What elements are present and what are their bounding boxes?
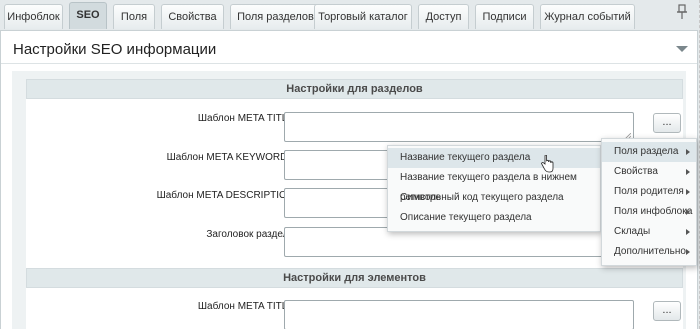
- menu-item-section-description[interactable]: Описание текущего раздела: [388, 208, 600, 228]
- context-menu: Поля раздела Свойства Поля родителя Поля…: [601, 138, 697, 266]
- menu-item-label: Поля инфоблока: [614, 206, 693, 217]
- meta-title-insert-button[interactable]: ...: [653, 113, 681, 133]
- submenu-arrow-icon: [686, 209, 690, 215]
- menu-item-label: Поля раздела: [614, 146, 679, 157]
- submenu-arrow-icon: [686, 189, 690, 195]
- meta-title-textarea[interactable]: [284, 112, 634, 142]
- tab-captions[interactable]: Подписи: [475, 4, 534, 29]
- hand-cursor-icon: [541, 155, 554, 173]
- section-header-elements: Настройки для элементов: [26, 268, 683, 288]
- menu-item-additional[interactable]: Дополнительно: [602, 242, 696, 262]
- menu-item-properties[interactable]: Свойства: [602, 162, 696, 182]
- panel-divider: [1, 63, 697, 64]
- menu-item-infoblock-fields[interactable]: Поля инфоблока: [602, 202, 696, 222]
- elem-meta-title-textarea[interactable]: [284, 300, 634, 329]
- tab-fields[interactable]: Поля: [113, 4, 155, 29]
- submenu-section-fields: Название текущего раздела Название текущ…: [387, 145, 601, 232]
- elem-meta-title-insert-button[interactable]: ...: [653, 301, 681, 321]
- label-meta-title: Шаблон META TITLE: [197, 113, 294, 124]
- tab-event-log[interactable]: Журнал событий: [540, 4, 635, 29]
- submenu-arrow-icon: [686, 249, 690, 255]
- menu-item-warehouses[interactable]: Склады: [602, 222, 696, 242]
- menu-item-current-section-name[interactable]: Название текущего раздела: [388, 148, 600, 168]
- pin-icon[interactable]: [675, 4, 689, 20]
- tab-seo[interactable]: SEO: [69, 2, 107, 29]
- tab-infoblock[interactable]: Инфоблок: [4, 4, 63, 29]
- tab-section-fields[interactable]: Поля разделов: [230, 4, 321, 29]
- collapse-arrow-icon[interactable]: [675, 45, 689, 53]
- menu-item-label: Склады: [614, 226, 651, 237]
- tab-access[interactable]: Доступ: [418, 4, 469, 29]
- menu-item-section-name-lowercase[interactable]: Название текущего раздела в нижнем регис…: [388, 168, 600, 203]
- menu-item-label: Свойства: [614, 166, 658, 177]
- menu-item-label: Поля родителя: [614, 186, 684, 197]
- menu-item-label: Дополнительно: [614, 246, 686, 257]
- label-elem-meta-title: Шаблон META TITLE: [197, 301, 294, 312]
- tab-properties[interactable]: Свойства: [161, 4, 224, 29]
- submenu-arrow-icon: [686, 169, 690, 175]
- menu-item-section-fields[interactable]: Поля раздела: [602, 142, 696, 162]
- label-meta-keywords: Шаблон META KEYWORDS: [166, 152, 294, 163]
- menu-item-section-code[interactable]: Символьный код текущего раздела: [388, 188, 600, 208]
- page-frame: Инфоблок SEO Поля Свойства Поля разделов…: [0, 0, 700, 329]
- menu-item-parent-fields[interactable]: Поля родителя: [602, 182, 696, 202]
- label-meta-description: Шаблон META DESCRIPTION: [156, 190, 294, 201]
- panel-title: Настройки SEO информации: [13, 41, 217, 58]
- submenu-arrow-icon: [686, 229, 690, 235]
- submenu-arrow-icon: [686, 149, 690, 155]
- tab-trade-catalog[interactable]: Торговый каталог: [314, 4, 412, 29]
- label-section-heading: Заголовок раздела: [206, 229, 294, 240]
- section-header-sections: Настройки для разделов: [26, 79, 683, 99]
